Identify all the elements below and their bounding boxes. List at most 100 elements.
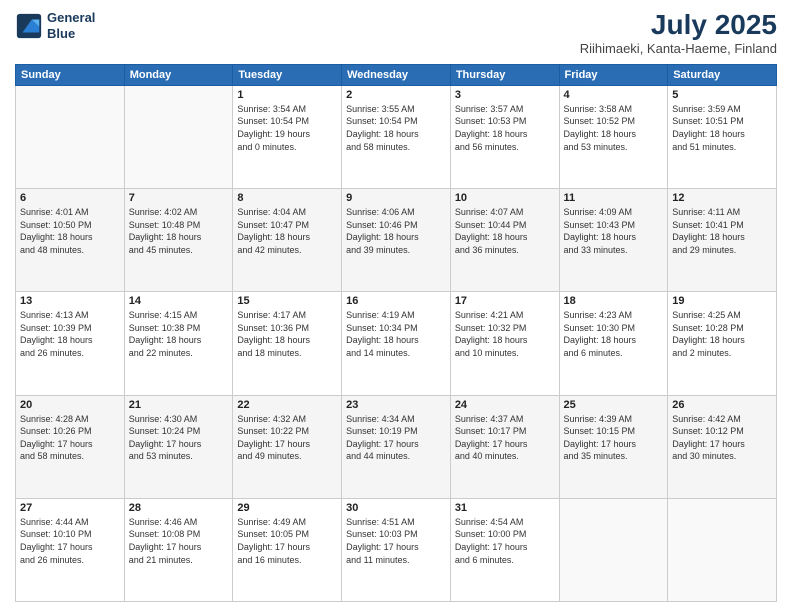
day-info: Sunrise: 4:37 AM Sunset: 10:17 PM Daylig…: [455, 413, 555, 463]
calendar-day-cell: 27Sunrise: 4:44 AM Sunset: 10:10 PM Dayl…: [16, 498, 125, 601]
calendar-day-cell: [559, 498, 668, 601]
day-number: 19: [672, 295, 772, 307]
calendar-day-cell: 11 Sunrise: 4:09 AM Sunset: 10:43 PM Dayl…: [559, 189, 668, 292]
day-number: 6: [20, 192, 120, 204]
day-info: Sunrise: 4:39 AM Sunset: 10:15 PM Daylig…: [564, 413, 664, 463]
day-info: Sunrise: 4:46 AM Sunset: 10:08 PM Daylig…: [129, 516, 229, 566]
calendar-day-cell: 21Sunrise: 4:30 AM Sunset: 10:24 PM Dayl…: [124, 395, 233, 498]
calendar-day-cell: 16 Sunrise: 4:19 AM Sunset: 10:34 PM Dayl…: [342, 292, 451, 395]
day-info: Sunrise: 4:19 AM Sunset: 10:34 PM Daylig…: [346, 309, 446, 359]
day-info: Sunrise: 4:17 AM Sunset: 10:36 PM Daylig…: [237, 309, 337, 359]
calendar-day-cell: 3Sunrise: 3:57 AM Sunset: 10:53 PM Dayli…: [450, 85, 559, 188]
day-number: 15: [237, 295, 337, 307]
day-number: 5: [672, 89, 772, 101]
day-info: Sunrise: 4:04 AM Sunset: 10:47 PM Daylig…: [237, 206, 337, 256]
calendar-day-cell: 22Sunrise: 4:32 AM Sunset: 10:22 PM Dayl…: [233, 395, 342, 498]
day-info: Sunrise: 4:21 AM Sunset: 10:32 PM Daylig…: [455, 309, 555, 359]
calendar-day-cell: 28 Sunrise: 4:46 AM Sunset: 10:08 PM Dayl…: [124, 498, 233, 601]
main-title: July 2025: [580, 10, 777, 41]
day-number: 2: [346, 89, 446, 101]
day-info: Sunrise: 4:28 AM Sunset: 10:26 PM Daylig…: [20, 413, 120, 463]
calendar-day-cell: [124, 85, 233, 188]
calendar-header: SundayMondayTuesdayWednesdayThursdayFrid…: [16, 64, 777, 85]
calendar-day-cell: 25 Sunrise: 4:39 AM Sunset: 10:15 PM Dayl…: [559, 395, 668, 498]
calendar-day-cell: 31Sunrise: 4:54 AM Sunset: 10:00 PM Dayl…: [450, 498, 559, 601]
calendar-day-cell: 7 Sunrise: 4:02 AM Sunset: 10:48 PM Dayli…: [124, 189, 233, 292]
calendar-day-cell: 9Sunrise: 4:06 AM Sunset: 10:46 PM Dayli…: [342, 189, 451, 292]
day-number: 20: [20, 399, 120, 411]
day-number: 22: [237, 399, 337, 411]
day-info: Sunrise: 4:15 AM Sunset: 10:38 PM Daylig…: [129, 309, 229, 359]
day-number: 23: [346, 399, 446, 411]
calendar-day-cell: 19 Sunrise: 4:25 AM Sunset: 10:28 PM Dayl…: [668, 292, 777, 395]
day-number: 17: [455, 295, 555, 307]
calendar-day-cell: 15 Sunrise: 4:17 AM Sunset: 10:36 PM Dayl…: [233, 292, 342, 395]
day-number: 13: [20, 295, 120, 307]
calendar-day-cell: [668, 498, 777, 601]
calendar-week-row: 13 Sunrise: 4:13 AM Sunset: 10:39 PM Dayl…: [16, 292, 777, 395]
day-of-week-header: Sunday: [16, 64, 125, 85]
day-info: Sunrise: 4:51 AM Sunset: 10:03 PM Daylig…: [346, 516, 446, 566]
day-info: Sunrise: 4:02 AM Sunset: 10:48 PM Daylig…: [129, 206, 229, 256]
day-number: 18: [564, 295, 664, 307]
logo: General Blue: [15, 10, 95, 41]
calendar-day-cell: 5 Sunrise: 3:59 AM Sunset: 10:51 PM Dayli…: [668, 85, 777, 188]
day-number: 4: [564, 89, 664, 101]
header: General Blue July 2025 Riihimaeki, Kanta…: [15, 10, 777, 56]
calendar-week-row: 6 Sunrise: 4:01 AM Sunset: 10:50 PM Dayli…: [16, 189, 777, 292]
day-info: Sunrise: 4:09 AM Sunset: 10:43 PM Daylig…: [564, 206, 664, 256]
day-info: Sunrise: 4:01 AM Sunset: 10:50 PM Daylig…: [20, 206, 120, 256]
day-info: Sunrise: 4:07 AM Sunset: 10:44 PM Daylig…: [455, 206, 555, 256]
day-number: 1: [237, 89, 337, 101]
calendar-day-cell: 8 Sunrise: 4:04 AM Sunset: 10:47 PM Dayli…: [233, 189, 342, 292]
day-number: 7: [129, 192, 229, 204]
day-number: 8: [237, 192, 337, 204]
calendar-day-cell: 12Sunrise: 4:11 AM Sunset: 10:41 PM Dayl…: [668, 189, 777, 292]
calendar-week-row: 1 Sunrise: 3:54 AM Sunset: 10:54 PM Dayli…: [16, 85, 777, 188]
logo-text: General Blue: [47, 10, 95, 41]
calendar-day-cell: 4Sunrise: 3:58 AM Sunset: 10:52 PM Dayli…: [559, 85, 668, 188]
calendar-day-cell: 23 Sunrise: 4:34 AM Sunset: 10:19 PM Dayl…: [342, 395, 451, 498]
subtitle: Riihimaeki, Kanta-Haeme, Finland: [580, 41, 777, 56]
day-info: Sunrise: 4:25 AM Sunset: 10:28 PM Daylig…: [672, 309, 772, 359]
calendar-day-cell: 2 Sunrise: 3:55 AM Sunset: 10:54 PM Dayli…: [342, 85, 451, 188]
title-block: July 2025 Riihimaeki, Kanta-Haeme, Finla…: [580, 10, 777, 56]
day-info: Sunrise: 4:30 AM Sunset: 10:24 PM Daylig…: [129, 413, 229, 463]
day-of-week-header: Thursday: [450, 64, 559, 85]
day-number: 14: [129, 295, 229, 307]
calendar-week-row: 27Sunrise: 4:44 AM Sunset: 10:10 PM Dayl…: [16, 498, 777, 601]
day-of-week-header: Tuesday: [233, 64, 342, 85]
day-number: 25: [564, 399, 664, 411]
calendar-body: 1 Sunrise: 3:54 AM Sunset: 10:54 PM Dayli…: [16, 85, 777, 601]
day-info: Sunrise: 4:13 AM Sunset: 10:39 PM Daylig…: [20, 309, 120, 359]
day-number: 30: [346, 502, 446, 514]
days-of-week-row: SundayMondayTuesdayWednesdayThursdayFrid…: [16, 64, 777, 85]
day-info: Sunrise: 4:54 AM Sunset: 10:00 PM Daylig…: [455, 516, 555, 566]
calendar-day-cell: 14 Sunrise: 4:15 AM Sunset: 10:38 PM Dayl…: [124, 292, 233, 395]
day-of-week-header: Saturday: [668, 64, 777, 85]
calendar-day-cell: 30 Sunrise: 4:51 AM Sunset: 10:03 PM Dayl…: [342, 498, 451, 601]
day-info: Sunrise: 4:44 AM Sunset: 10:10 PM Daylig…: [20, 516, 120, 566]
day-number: 16: [346, 295, 446, 307]
day-info: Sunrise: 4:34 AM Sunset: 10:19 PM Daylig…: [346, 413, 446, 463]
day-number: 24: [455, 399, 555, 411]
day-number: 11: [564, 192, 664, 204]
calendar-week-row: 20 Sunrise: 4:28 AM Sunset: 10:26 PM Dayl…: [16, 395, 777, 498]
day-number: 26: [672, 399, 772, 411]
calendar-day-cell: 26Sunrise: 4:42 AM Sunset: 10:12 PM Dayl…: [668, 395, 777, 498]
day-info: Sunrise: 3:54 AM Sunset: 10:54 PM Daylig…: [237, 103, 337, 153]
day-number: 3: [455, 89, 555, 101]
calendar-day-cell: 29Sunrise: 4:49 AM Sunset: 10:05 PM Dayl…: [233, 498, 342, 601]
day-info: Sunrise: 4:23 AM Sunset: 10:30 PM Daylig…: [564, 309, 664, 359]
day-info: Sunrise: 3:59 AM Sunset: 10:51 PM Daylig…: [672, 103, 772, 153]
day-number: 28: [129, 502, 229, 514]
calendar-day-cell: 6 Sunrise: 4:01 AM Sunset: 10:50 PM Dayli…: [16, 189, 125, 292]
calendar-day-cell: 10Sunrise: 4:07 AM Sunset: 10:44 PM Dayl…: [450, 189, 559, 292]
calendar-day-cell: 18 Sunrise: 4:23 AM Sunset: 10:30 PM Dayl…: [559, 292, 668, 395]
calendar-day-cell: [16, 85, 125, 188]
calendar-table: SundayMondayTuesdayWednesdayThursdayFrid…: [15, 64, 777, 602]
day-info: Sunrise: 4:49 AM Sunset: 10:05 PM Daylig…: [237, 516, 337, 566]
day-info: Sunrise: 3:55 AM Sunset: 10:54 PM Daylig…: [346, 103, 446, 153]
logo-icon: [15, 12, 43, 40]
calendar-day-cell: 1 Sunrise: 3:54 AM Sunset: 10:54 PM Dayli…: [233, 85, 342, 188]
